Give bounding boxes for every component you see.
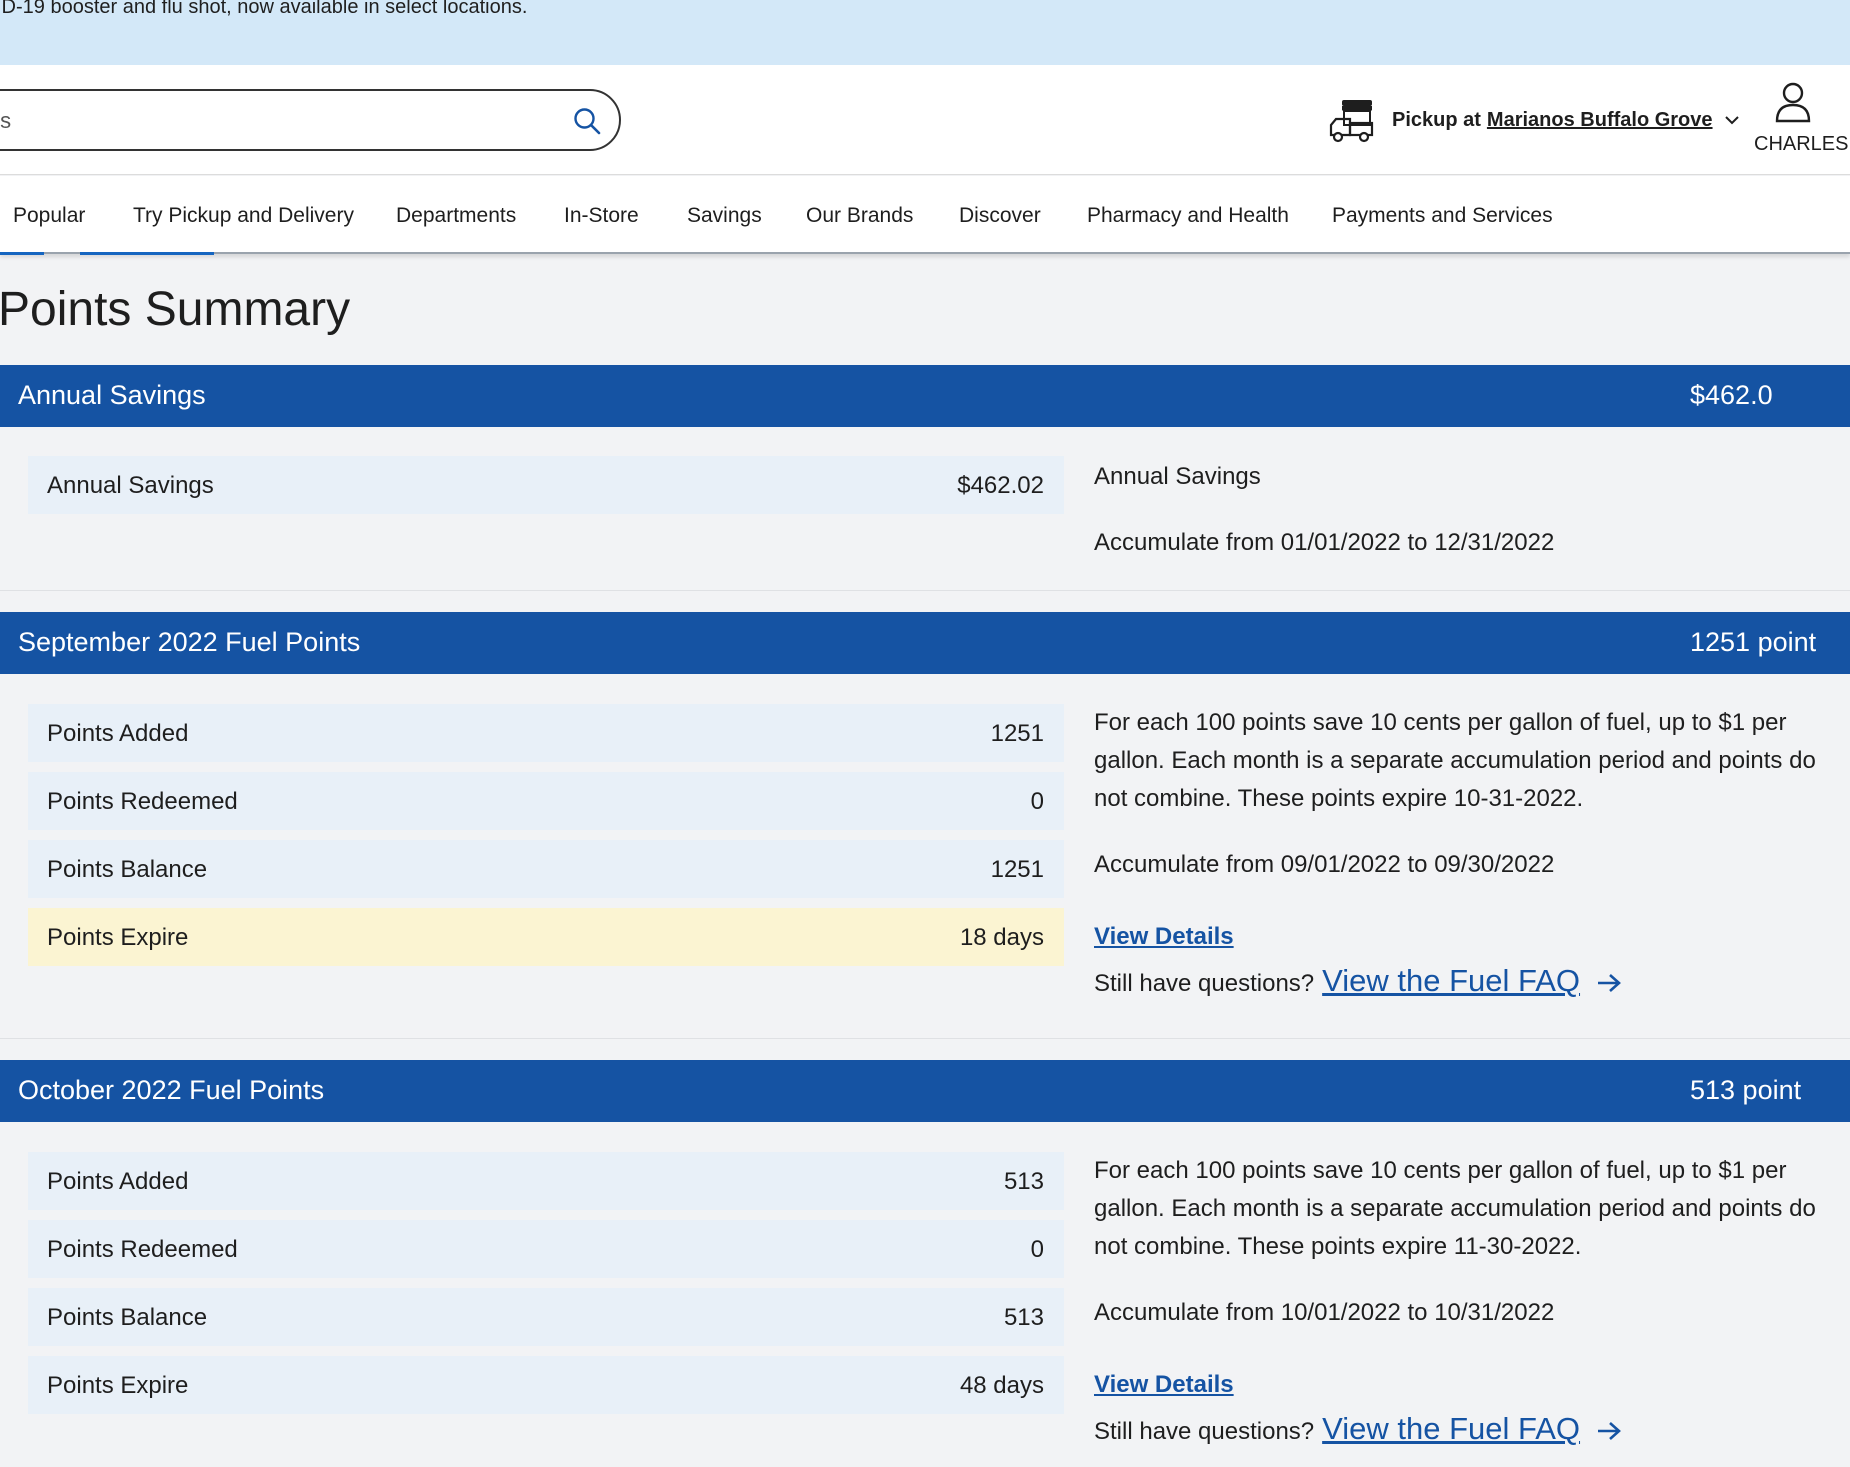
nav-item-savings[interactable]: Savings [687, 204, 762, 228]
search-input[interactable] [0, 103, 514, 139]
row-value: 513 [1003, 1168, 1044, 1195]
section-value: $462.0 [1690, 380, 1773, 410]
row-label: Points Expire [47, 924, 189, 951]
row-label: Points Balance [47, 1304, 208, 1331]
info-title: Annual Savings [1094, 463, 1261, 490]
points-row: Points Balance 1251 [28, 840, 1064, 898]
pickup-store-selector[interactable]: Pickup at Marianos Buffalo Grove [1328, 97, 1741, 143]
row-value: 48 days [959, 1372, 1044, 1399]
row-value: 18 days [959, 924, 1044, 951]
nav-item-pickup-delivery[interactable]: Try Pickup and Delivery [133, 204, 354, 228]
points-expire-row: Points Expire 18 days [28, 908, 1064, 966]
row-value: 1251 [990, 856, 1044, 883]
october-points-body: Points Added 513 Points Redeemed 0 Point… [0, 1122, 1850, 1467]
nav-item-in-store[interactable]: In-Store [564, 204, 639, 228]
points-row: Points Added 513 [28, 1152, 1064, 1210]
view-details-link[interactable]: View Details [1094, 923, 1234, 950]
account-menu[interactable]: CHARLES [1753, 81, 1850, 161]
info-line: For each 100 points save 10 cents per ga… [1094, 709, 1787, 736]
section-title: September 2022 Fuel Points [18, 627, 361, 657]
row-value: 0 [1030, 788, 1044, 815]
row-label: Annual Savings [47, 472, 214, 499]
pickup-label: Pickup at [1392, 108, 1481, 131]
questions-text: Still have questions? [1094, 1418, 1315, 1445]
store-name-link[interactable]: Marianos Buffalo Grove [1487, 109, 1713, 132]
info-line: not combine. These points expire 10-31-2… [1094, 785, 1584, 812]
nav-item-pharmacy-health[interactable]: Pharmacy and Health [1087, 204, 1289, 228]
september-points-body: Points Added 1251 Points Redeemed 0 Poin… [0, 674, 1850, 1039]
user-icon [1775, 82, 1811, 123]
info-line: For each 100 points save 10 cents per ga… [1094, 1157, 1787, 1184]
breadcrumb-link[interactable] [0, 252, 44, 255]
row-label: Points Added [47, 720, 189, 747]
faq-line: Still have questions? View the Fuel FAQ [1094, 1410, 1816, 1451]
points-row: Points Added 1251 [28, 704, 1064, 762]
september-points-header: September 2022 Fuel Points 1251 point [0, 612, 1850, 674]
arrow-right-icon[interactable] [1596, 972, 1622, 994]
section-title: Annual Savings [18, 380, 206, 410]
row-label: Points Expire [47, 1372, 189, 1399]
annual-info: Annual Savings Accumulate from 01/01/202… [1094, 458, 1554, 562]
pickup-truck-icon [1329, 100, 1374, 143]
banner-text: ID-19 booster and flu shot, now availabl… [0, 0, 528, 18]
row-label: Points Redeemed [47, 1236, 238, 1263]
row-label: Points Added [47, 1168, 189, 1195]
summary-row: Annual Savings $462.02 [28, 456, 1064, 514]
row-value: $462.02 [957, 472, 1044, 499]
row-label: Points Redeemed [47, 788, 238, 815]
main-nav: Popular Try Pickup and Delivery Departme… [0, 176, 1850, 254]
account-name: CHARLES [1754, 133, 1849, 155]
section-value: 513 point [1690, 1075, 1802, 1105]
breadcrumb [0, 252, 220, 256]
nav-item-departments[interactable]: Departments [396, 204, 516, 228]
september-info: For each 100 points save 10 cents per ga… [1094, 704, 1816, 1003]
page-title: Points Summary [0, 283, 351, 336]
promo-banner: ID-19 booster and flu shot, now availabl… [0, 0, 1850, 65]
fuel-faq-link[interactable]: View the Fuel FAQ [1322, 1410, 1580, 1448]
nav-item-discover[interactable]: Discover [959, 204, 1041, 228]
annual-savings-body: Annual Savings $462.02 Annual Savings Ac… [0, 427, 1850, 591]
chevron-down-icon [1724, 116, 1739, 125]
row-label: Points Balance [47, 856, 208, 883]
accumulate-text: Accumulate from 10/01/2022 to 10/31/2022 [1094, 1299, 1555, 1326]
breadcrumb-link[interactable] [80, 252, 214, 255]
info-line: gallon. Each month is a separate accumul… [1094, 1195, 1816, 1222]
row-value: 1251 [990, 720, 1044, 747]
site-header: Pickup at Marianos Buffalo Grove CHARLES [0, 65, 1850, 175]
points-row: Points Balance 513 [28, 1288, 1064, 1346]
accumulate-text: Accumulate from 09/01/2022 to 09/30/2022 [1094, 851, 1555, 878]
view-details-link[interactable]: View Details [1094, 1371, 1234, 1398]
info-line: not combine. These points expire 11-30-2… [1094, 1233, 1582, 1260]
arrow-right-icon[interactable] [1596, 1420, 1622, 1442]
search-box [0, 89, 621, 151]
row-value: 0 [1030, 1236, 1044, 1263]
fuel-faq-link[interactable]: View the Fuel FAQ [1322, 962, 1580, 1000]
search-icon[interactable] [569, 103, 605, 139]
info-line: gallon. Each month is a separate accumul… [1094, 747, 1816, 774]
nav-item-popular[interactable]: Popular [13, 204, 85, 228]
section-value: 1251 point [1690, 627, 1817, 657]
row-value: 513 [1003, 1304, 1044, 1331]
accumulate-text: Accumulate from 01/01/2022 to 12/31/2022 [1094, 529, 1555, 556]
section-title: October 2022 Fuel Points [18, 1075, 325, 1105]
faq-line: Still have questions? View the Fuel FAQ [1094, 962, 1816, 1003]
annual-savings-header: Annual Savings $462.0 [0, 365, 1850, 427]
nav-item-our-brands[interactable]: Our Brands [806, 204, 913, 228]
october-points-header: October 2022 Fuel Points 513 point [0, 1060, 1850, 1122]
points-row: Points Redeemed 0 [28, 772, 1064, 830]
questions-text: Still have questions? [1094, 970, 1315, 997]
october-info: For each 100 points save 10 cents per ga… [1094, 1152, 1816, 1451]
points-row: Points Redeemed 0 [28, 1220, 1064, 1278]
points-expire-row: Points Expire 48 days [28, 1356, 1064, 1414]
nav-item-payments-services[interactable]: Payments and Services [1332, 204, 1553, 228]
